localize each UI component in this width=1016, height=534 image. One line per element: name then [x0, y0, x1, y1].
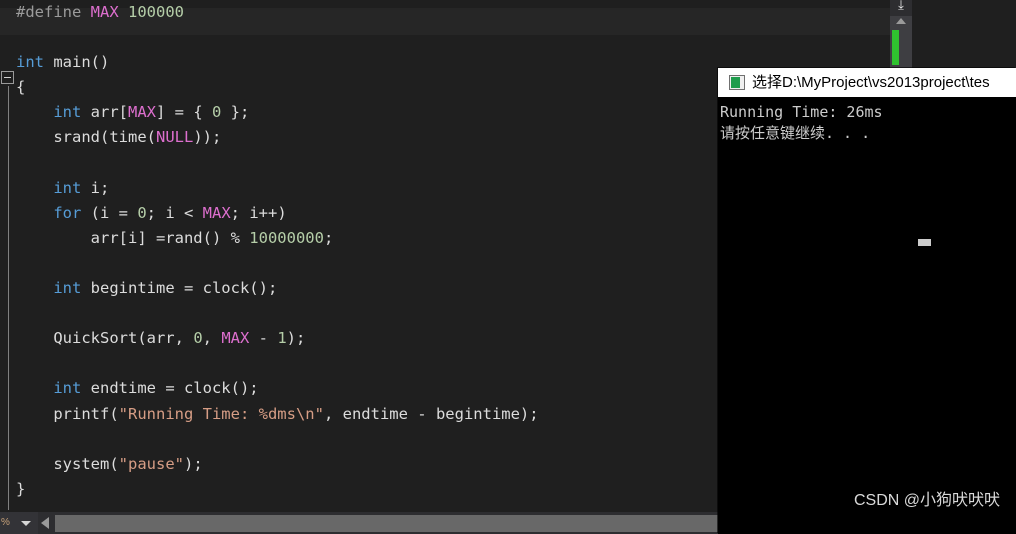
chevron-up-icon[interactable] [896, 18, 906, 24]
code-token: ] = { [156, 103, 212, 122]
code-token: MAX [90, 3, 119, 21]
code-token: 1 [277, 329, 287, 348]
console-output[interactable]: Running Time: 26ms 请按任意键继续. . . [718, 97, 1016, 534]
code-token: int [53, 279, 82, 298]
zoom-level-value: % [1, 517, 10, 528]
scroll-to-top-icon[interactable]: ⤓ [890, 0, 912, 16]
code-token: ); [286, 329, 306, 348]
code-token: #define [16, 3, 91, 21]
code-health-indicator [892, 30, 899, 65]
zoom-level-dropdown[interactable]: % [0, 512, 38, 534]
code-token: system( [16, 454, 119, 473]
chevron-down-icon [21, 521, 31, 526]
code-token: )); [193, 128, 222, 147]
code-token: printf( [16, 404, 119, 423]
code-token: QuickSort(arr, [16, 329, 194, 348]
code-token: NULL [155, 128, 194, 147]
code-line: #define MAX 100000 [0, 0, 890, 25]
code-token: 0 [193, 329, 203, 348]
code-token: MAX [202, 203, 231, 222]
code-token: for [53, 203, 82, 222]
code-token: MAX [128, 103, 156, 122]
code-token: (i = [81, 203, 138, 222]
code-token: 0 [212, 103, 222, 122]
code-token: srand(time( [16, 128, 156, 147]
console-titlebar[interactable]: 选择D:\MyProject\vs2013project\tes [718, 68, 1016, 97]
console-line: 请按任意键继续. . . [720, 124, 871, 142]
code-token: int [53, 379, 82, 398]
code-token: MAX [221, 329, 250, 348]
code-token: begintime = clock(); [81, 279, 278, 298]
code-token: main() [44, 53, 110, 72]
code-token: endtime = clock(); [81, 379, 259, 398]
code-token: , endtime - begintime); [323, 404, 539, 423]
code-token: ; i++) [230, 203, 287, 222]
code-token: 0 [137, 203, 147, 222]
code-token: { [16, 78, 26, 97]
code-token: "pause" [118, 454, 184, 473]
console-cursor [918, 239, 931, 246]
scroll-to-top-glyph: ⤓ [898, 0, 904, 13]
code-token: int [53, 103, 82, 122]
watermark-text: CSDN @小狗吠吠吠 [853, 492, 1000, 509]
code-token: arr[ [81, 103, 128, 122]
code-token: }; [221, 103, 250, 122]
code-token: 10000000 [249, 228, 324, 247]
chevron-left-icon[interactable] [41, 517, 49, 529]
code-token: arr[i] =rand() % [16, 228, 250, 247]
code-token: int [16, 53, 44, 72]
code-token: 100000 [128, 3, 184, 21]
code-token: - [249, 329, 278, 348]
code-token: int [53, 178, 82, 197]
console-window-icon [729, 75, 745, 90]
console-line: Running Time: 26ms [720, 103, 883, 121]
code-token: ; [323, 228, 334, 247]
code-token: } [16, 479, 26, 498]
console-title-text: 选择D:\MyProject\vs2013project\tes [752, 74, 990, 91]
code-token: ; i < [146, 203, 203, 222]
code-token: "Running Time: %dms\n" [118, 404, 324, 423]
console-window[interactable]: 选择D:\MyProject\vs2013project\tes Running… [718, 68, 1016, 534]
code-token: ); [183, 454, 203, 473]
code-token: , [202, 329, 222, 348]
code-token: i; [81, 178, 110, 197]
